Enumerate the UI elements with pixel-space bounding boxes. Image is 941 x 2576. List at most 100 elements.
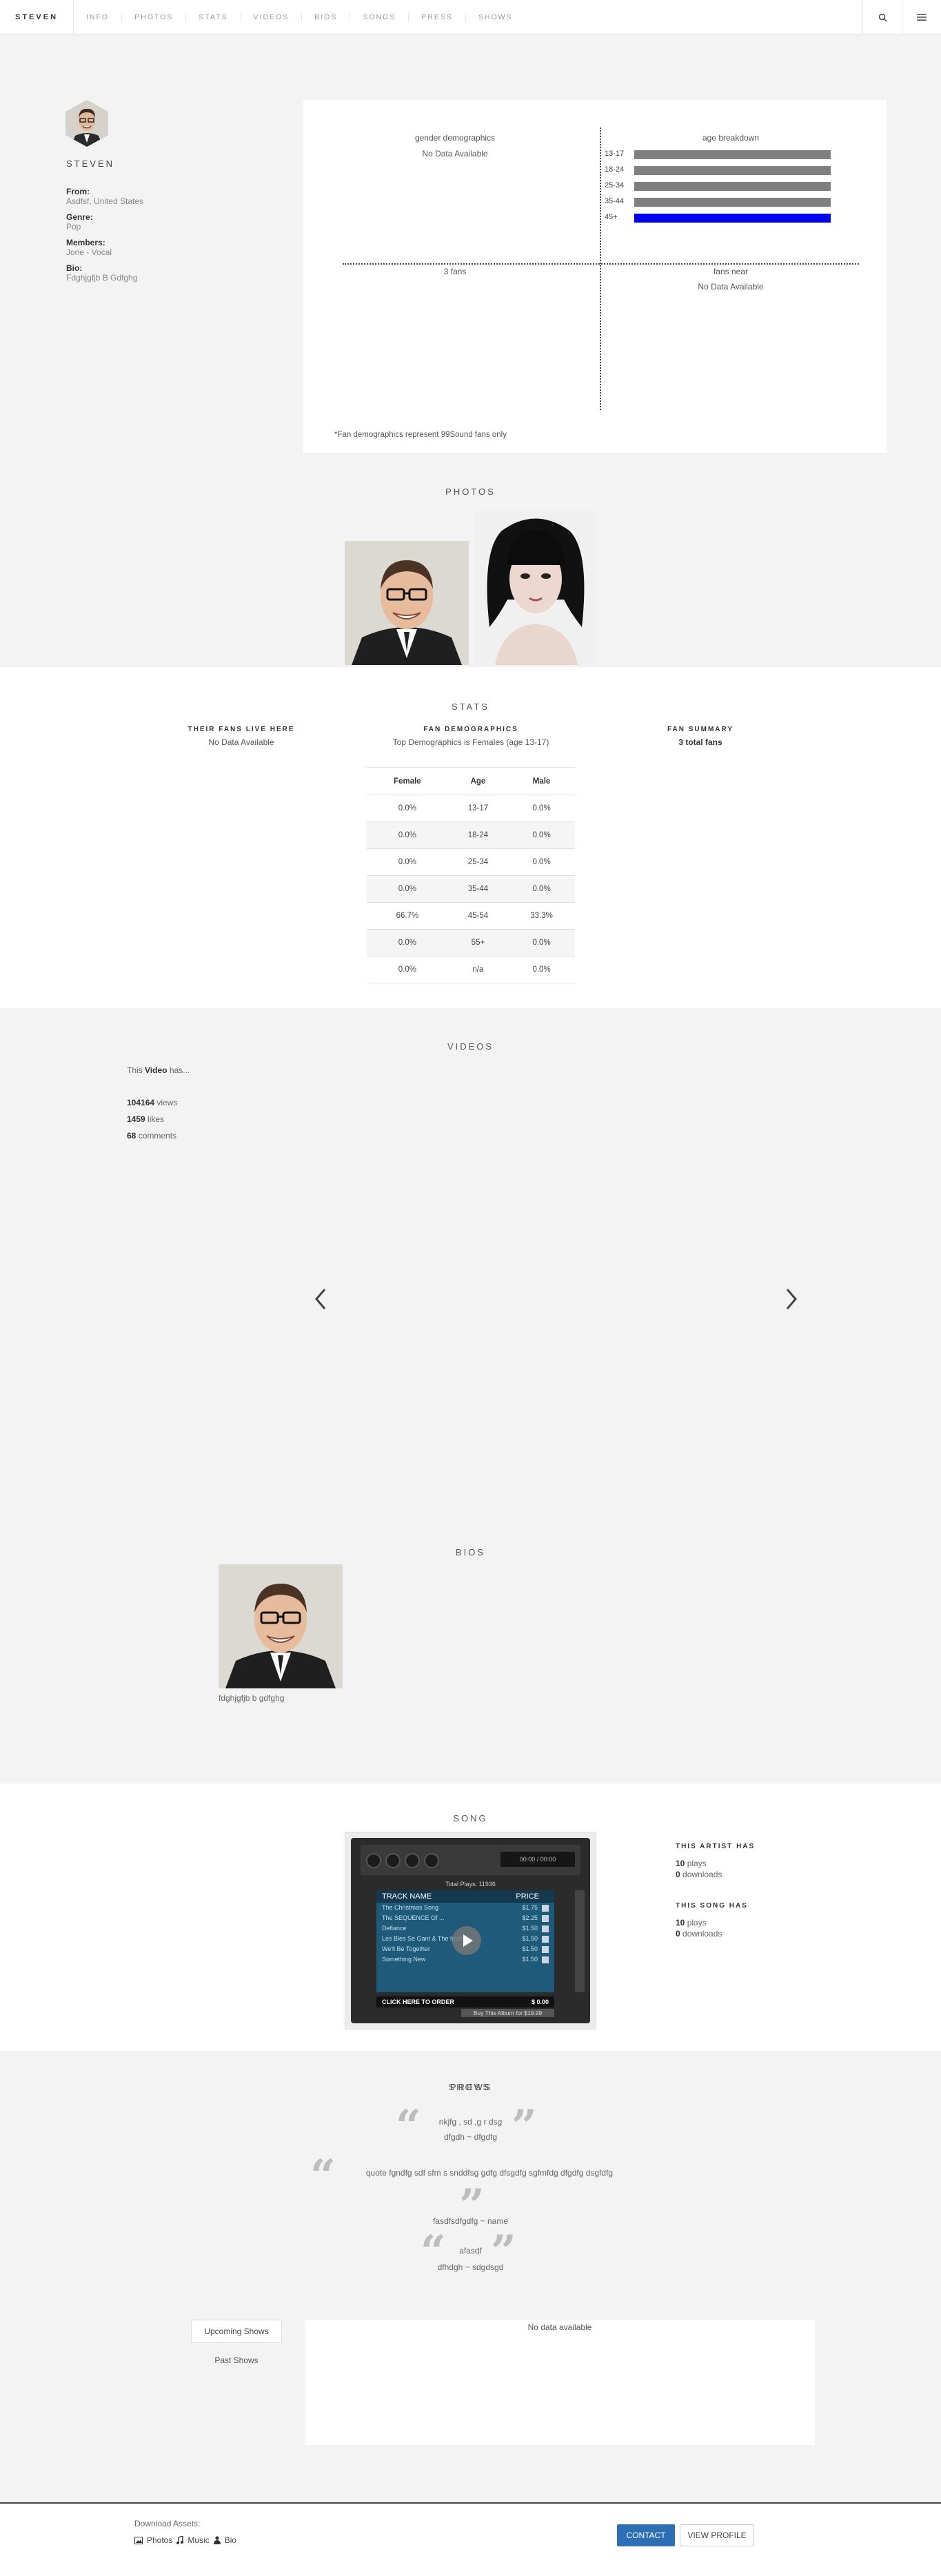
- column-header: Female: [367, 767, 448, 795]
- table-cell: 0.0%: [367, 848, 448, 876]
- track-name: The SEQUENCE Of ...: [382, 1914, 445, 1921]
- song-downloads-label: downloads: [682, 1929, 722, 1939]
- videos-section: VIDEOS This Video has... 104164 views 14…: [0, 1008, 941, 1547]
- nav-link-info[interactable]: INFO: [74, 12, 123, 22]
- track-price: $1.50: [522, 1925, 538, 1932]
- video-intro-post: has...: [169, 1065, 190, 1075]
- genre-label: Genre:: [66, 212, 93, 222]
- song-plays-label: plays: [687, 1918, 707, 1928]
- previous-button[interactable]: [405, 1853, 420, 1868]
- buy-album-button[interactable]: Buy This Album for $19.99: [461, 2009, 554, 2017]
- download-music-link[interactable]: Music: [188, 2535, 209, 2545]
- shows-empty-message: No data available: [527, 2322, 592, 2332]
- likes-label: likes: [148, 1114, 165, 1124]
- video-likes: 1459 likes: [127, 1114, 164, 1124]
- photo-man[interactable]: [345, 541, 469, 665]
- table-row: 66.7% 45-54 33.3%: [367, 902, 575, 930]
- track-checkbox[interactable]: [542, 1925, 549, 1932]
- brand-logo[interactable]: STEVEN: [0, 0, 74, 34]
- fan-demographics-summary: Top Demographics is Females (age 13-17): [392, 737, 549, 747]
- quote-close-icon: ”: [512, 2100, 537, 2152]
- artist-plays-count: 10: [676, 1859, 685, 1868]
- bio-caption: fdghjgfjb b gdfghg: [219, 1693, 285, 1703]
- stop-button[interactable]: [366, 1853, 381, 1868]
- from-label: From:: [66, 187, 90, 196]
- bios-title: BIOS: [455, 1547, 486, 1557]
- photo-woman[interactable]: [474, 510, 597, 665]
- table-cell: n/a: [447, 956, 509, 983]
- table-cell: 55+: [447, 929, 509, 957]
- order-bar[interactable]: CLICK HERE TO ORDER $ 0.00: [376, 1996, 554, 2007]
- menu-icon[interactable]: [902, 0, 941, 34]
- track-row[interactable]: The Christmas Song $1.75: [376, 1903, 554, 1913]
- nav-link-photos[interactable]: PHOTOS: [122, 12, 187, 22]
- download-photos-link[interactable]: Photos: [147, 2535, 172, 2545]
- table-cell: 0.0%: [367, 821, 448, 849]
- stats-title: STATS: [452, 702, 489, 712]
- order-link[interactable]: CLICK HERE TO ORDER: [382, 1996, 454, 2007]
- gender-demographics-title: gender demographics: [414, 133, 496, 143]
- age-breakdown-title: age breakdown: [702, 133, 760, 143]
- nav-link-shows[interactable]: SHOWS: [466, 12, 525, 22]
- table-cell: 0.0%: [508, 956, 575, 983]
- next-button[interactable]: [424, 1853, 439, 1868]
- track-checkbox[interactable]: [542, 1914, 549, 1922]
- nav-link-songs[interactable]: SONGS: [350, 12, 409, 22]
- track-row[interactable]: Something New $1.50: [376, 1954, 554, 1965]
- demographics-note: *Fan demographics represent 99Sound fans…: [334, 431, 507, 439]
- table-cell: 33.3%: [508, 902, 575, 930]
- track-checkbox[interactable]: [542, 1935, 549, 1943]
- music-player: 00:00 / 00:00 Total Plays: 11936 TRACK N…: [345, 1832, 596, 2030]
- upcoming-shows-button[interactable]: Upcoming Shows: [191, 2320, 282, 2343]
- music-icon: [176, 2536, 184, 2544]
- view-profile-button[interactable]: VIEW PROFILE: [680, 2524, 754, 2546]
- stats-section: STATS THEIR FANS LIVE HERE No Data Avail…: [0, 667, 941, 1008]
- track-price: $2.25: [522, 1914, 538, 1921]
- prev-arrow-icon[interactable]: [314, 1287, 327, 1317]
- track-price: $1.50: [522, 1935, 538, 1942]
- gender-demographics-value: No Data Available: [422, 149, 488, 159]
- track-name: Defiance: [382, 1925, 407, 1932]
- nav-link-bios[interactable]: BIOS: [302, 12, 351, 22]
- search-icon[interactable]: [862, 0, 902, 34]
- demographics-card: gender demographics No Data Available ag…: [303, 100, 887, 453]
- track-row[interactable]: The SEQUENCE Of ... $2.25: [376, 1913, 554, 1923]
- song-plays-count: 10: [676, 1918, 685, 1928]
- nav-link-press[interactable]: PRESS: [409, 12, 466, 22]
- comments-label: comments: [138, 1131, 177, 1141]
- pause-button[interactable]: [385, 1853, 401, 1868]
- age-label: 13-17: [605, 150, 625, 158]
- track-list: TRACK NAME PRICE The Christmas Song $1.75…: [376, 1890, 554, 1992]
- past-shows-link[interactable]: Past Shows: [191, 2355, 282, 2365]
- age-bar: [634, 166, 831, 175]
- table-cell: 0.0%: [508, 821, 575, 849]
- table-cell: 0.0%: [508, 875, 575, 903]
- contact-button[interactable]: CONTACT: [617, 2524, 675, 2546]
- top-nav: STEVEN INFO PHOTOS STATS VIDEOS BIOS SON…: [0, 0, 941, 34]
- download-bio-link[interactable]: Bio: [225, 2535, 236, 2545]
- table-cell: 0.0%: [508, 929, 575, 957]
- nav-links: INFO PHOTOS STATS VIDEOS BIOS SONGS PRES…: [74, 12, 525, 22]
- track-checkbox[interactable]: [542, 1904, 549, 1912]
- divider-vertical: [600, 127, 601, 410]
- artist-plays-label: plays: [687, 1859, 707, 1868]
- track-checkbox[interactable]: [542, 1945, 549, 1953]
- track-list-scrollbar[interactable]: [575, 1890, 585, 1992]
- track-price: $1.50: [522, 1945, 538, 1952]
- play-icon[interactable]: [452, 1926, 481, 1955]
- photo-icon: [134, 2536, 143, 2544]
- fan-summary-heading: FAN SUMMARY: [667, 726, 734, 733]
- comments-count: 68: [127, 1131, 136, 1141]
- nav-link-stats[interactable]: STATS: [186, 12, 241, 22]
- column-header: Age: [447, 767, 509, 795]
- artist-name: STEVEN: [66, 159, 115, 169]
- fans-count: 3 fans: [443, 267, 467, 276]
- track-checkbox[interactable]: [542, 1956, 549, 1963]
- press-quote-text: nkjfg , sd ,g r dsg: [438, 2117, 503, 2127]
- nav-link-videos[interactable]: VIDEOS: [241, 12, 303, 22]
- table-cell: 13-17: [447, 795, 509, 822]
- age-bar: [634, 214, 831, 223]
- next-arrow-icon[interactable]: [785, 1287, 798, 1317]
- age-label: 25-34: [605, 181, 625, 190]
- age-bar: [634, 198, 831, 207]
